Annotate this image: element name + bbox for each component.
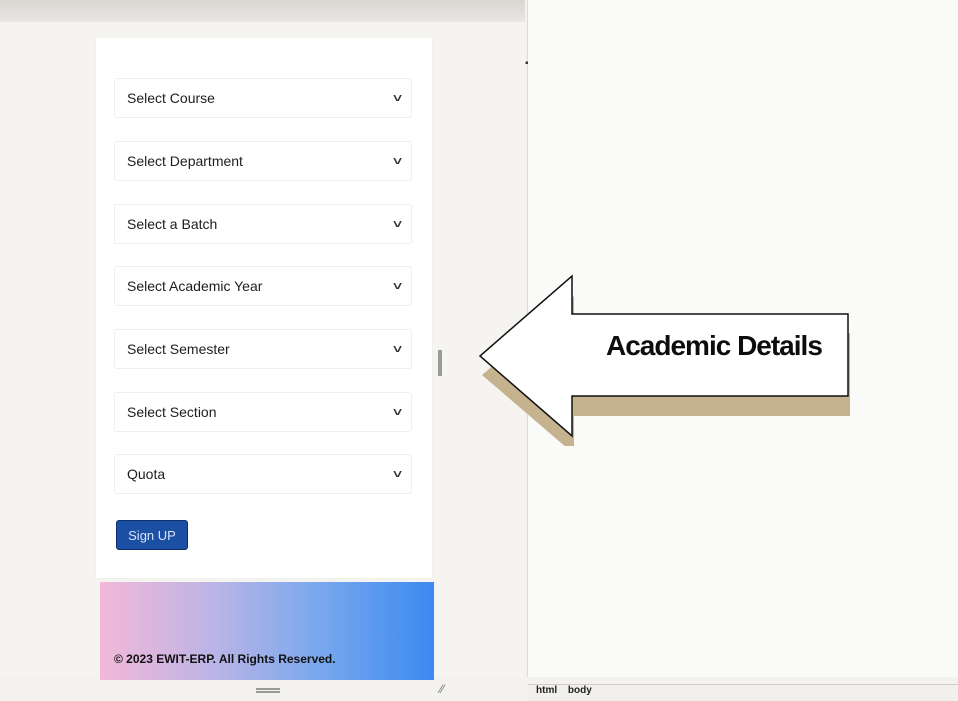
chevron-down-icon: ˅ xyxy=(392,154,403,168)
select-academic-year[interactable]: Select Academic Year ˅ xyxy=(114,266,412,306)
select-section-label: Select Section xyxy=(127,404,217,420)
select-department[interactable]: Select Department ˅ xyxy=(114,141,412,181)
text-cursor-icon: ▪ xyxy=(525,58,529,69)
chevron-down-icon: ˅ xyxy=(392,279,403,293)
select-course-label: Select Course xyxy=(127,90,215,106)
copyright-text: © 2023 EWIT-ERP. All Rights Reserved. xyxy=(114,652,336,666)
signup-button[interactable]: Sign UP xyxy=(116,520,188,550)
chevron-down-icon: ˅ xyxy=(392,91,403,105)
select-academic-year-label: Select Academic Year xyxy=(127,278,263,294)
select-section[interactable]: Select Section ˅ xyxy=(114,392,412,432)
academic-form: Select Course ˅ Select Department ˅ Sele… xyxy=(96,38,432,578)
chevron-down-icon: ˅ xyxy=(392,342,403,356)
breadcrumb-html[interactable]: html xyxy=(536,685,557,696)
site-footer: © 2023 EWIT-ERP. All Rights Reserved. xyxy=(100,582,434,680)
select-quota-label: Quota xyxy=(127,466,166,482)
resize-corner-icon[interactable]: ⁄⁄ xyxy=(440,682,444,696)
chevron-down-icon: ˅ xyxy=(392,217,403,231)
resize-grip-icon[interactable] xyxy=(256,688,280,693)
select-quota[interactable]: Quota ˅ xyxy=(114,454,412,494)
breadcrumb-body[interactable]: body xyxy=(568,685,592,696)
select-department-label: Select Department xyxy=(127,153,243,169)
status-bar: html body xyxy=(528,684,958,701)
callout-label: Academic Details xyxy=(606,330,823,361)
chevron-down-icon: ˅ xyxy=(392,405,403,419)
select-batch-label: Select a Batch xyxy=(127,216,218,232)
chevron-down-icon: ˅ xyxy=(392,467,403,481)
select-semester-label: Select Semester xyxy=(127,341,230,357)
select-batch[interactable]: Select a Batch ˅ xyxy=(114,204,412,244)
select-course[interactable]: Select Course ˅ xyxy=(114,78,412,118)
browser-top-strip xyxy=(0,0,525,22)
splitter-handle-icon[interactable] xyxy=(438,350,442,376)
select-semester[interactable]: Select Semester ˅ xyxy=(114,329,412,369)
